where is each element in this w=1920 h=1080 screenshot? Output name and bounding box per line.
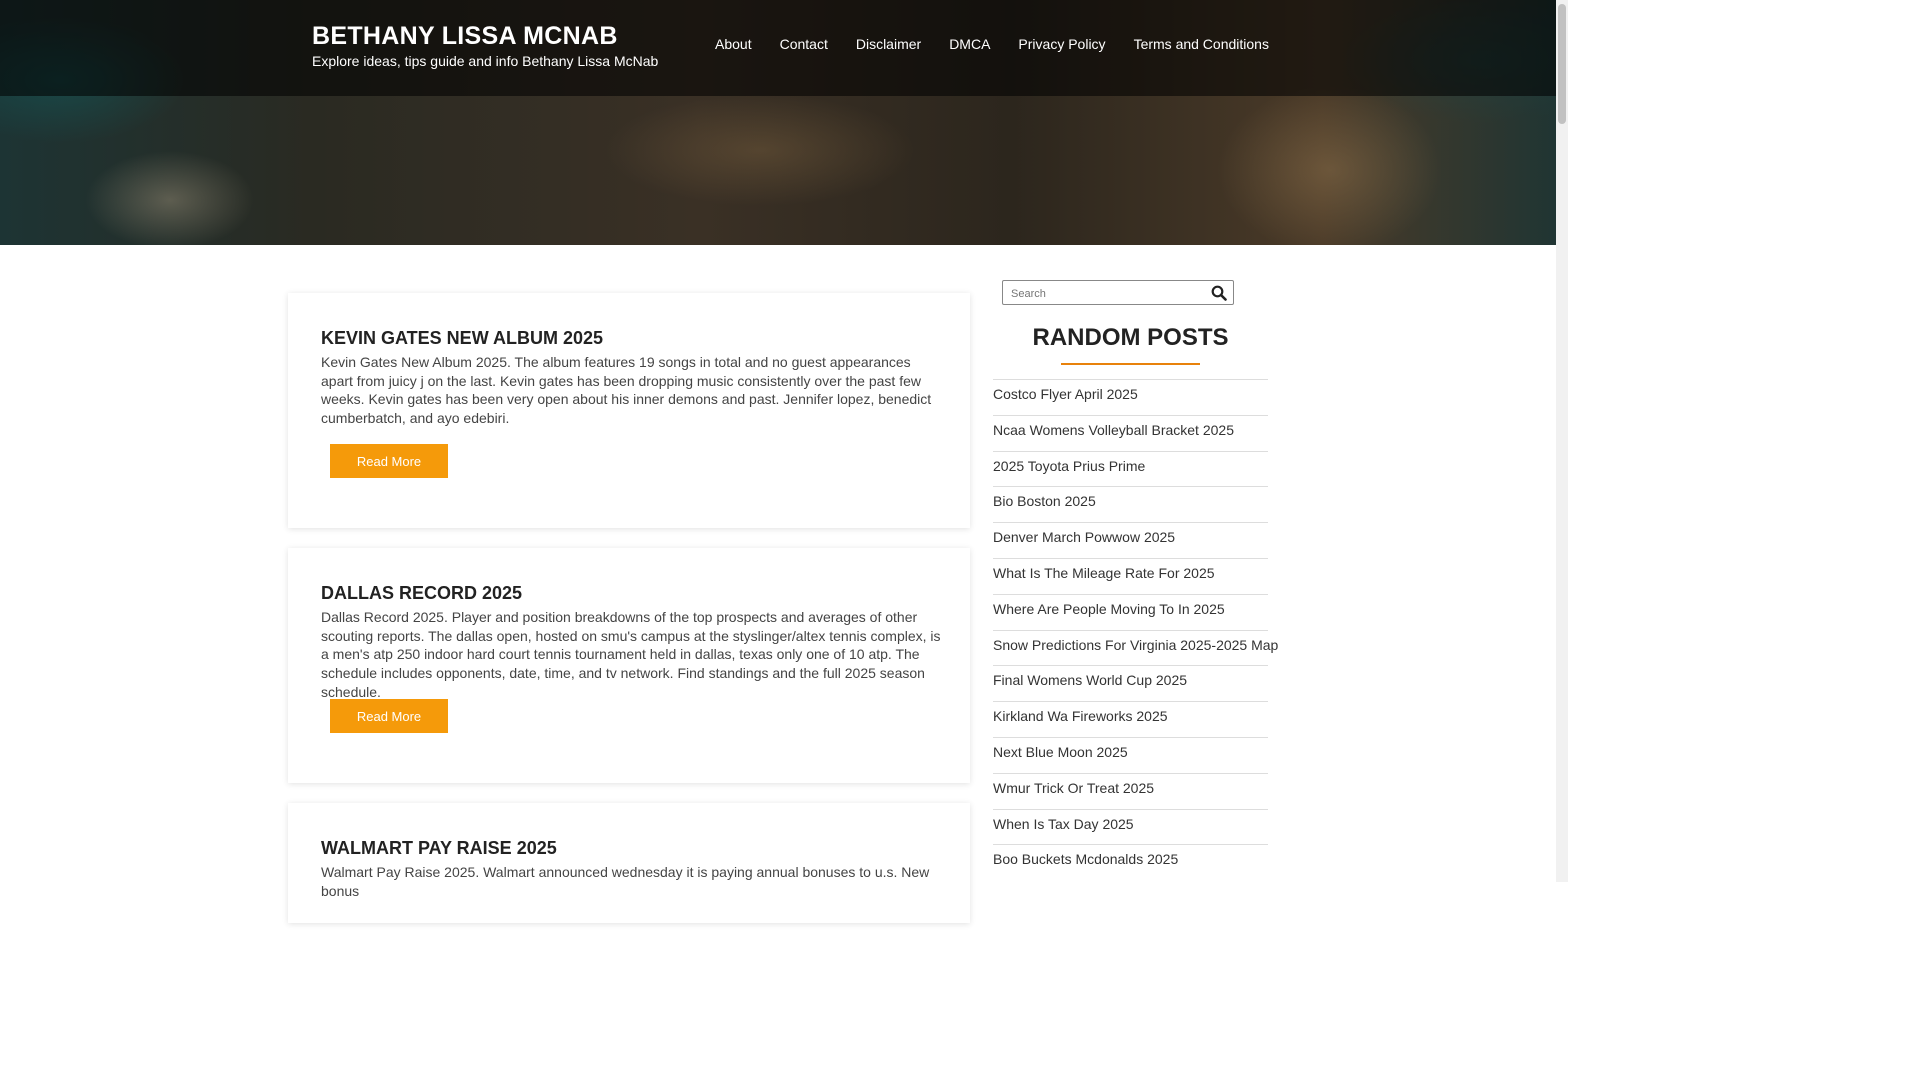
post-card: DALLAS RECORD 2025 Dallas Record 2025. P… — [288, 548, 970, 783]
list-item: 2025 Toyota Prius Prime — [993, 450, 1268, 487]
list-item: Wmur Trick Or Treat 2025 — [993, 772, 1268, 809]
list-item: Denver March Powwow 2025 — [993, 522, 1268, 558]
list-item: Ncaa Womens Volleyball Bracket 2025 — [993, 414, 1268, 451]
main-nav: About Contact Disclaimer DMCA Privacy Po… — [701, 36, 1283, 52]
post-title[interactable]: KEVIN GATES NEW ALBUM 2025 — [321, 328, 603, 349]
post-title[interactable]: WALMART PAY RAISE 2025 — [321, 838, 557, 859]
nav-item-dmca[interactable]: DMCA — [935, 36, 1004, 52]
nav-item-privacy-policy[interactable]: Privacy Policy — [1004, 36, 1119, 52]
random-post-link[interactable]: Snow Predictions For Virginia 2025-2025 … — [993, 631, 1278, 653]
random-post-link[interactable]: 2025 Toyota Prius Prime — [993, 452, 1268, 474]
random-post-link[interactable]: Final Womens World Cup 2025 — [993, 666, 1268, 688]
list-item: When Is Tax Day 2025 — [993, 808, 1268, 845]
random-post-link[interactable]: Denver March Powwow 2025 — [993, 523, 1268, 545]
post-excerpt: Kevin Gates New Album 2025. The album fe… — [321, 354, 932, 427]
nav-item-contact[interactable]: Contact — [766, 36, 842, 52]
list-item: Boo Buckets Mcdonalds 2025 — [993, 844, 1268, 880]
random-post-link[interactable]: Ncaa Womens Volleyball Bracket 2025 — [993, 416, 1268, 438]
random-post-link[interactable]: Kirkland Wa Fireworks 2025 — [993, 702, 1268, 724]
post-title[interactable]: DALLAS RECORD 2025 — [321, 583, 522, 604]
random-post-link[interactable]: When Is Tax Day 2025 — [993, 810, 1268, 832]
random-post-link[interactable]: Wmur Trick Or Treat 2025 — [993, 774, 1268, 796]
search-box — [1002, 280, 1234, 305]
scrollbar-thumb[interactable] — [1558, 4, 1566, 124]
list-item: Bio Boston 2025 — [993, 486, 1268, 522]
random-post-link[interactable]: Boo Buckets Mcdonalds 2025 — [993, 845, 1268, 867]
list-item: Kirkland Wa Fireworks 2025 — [993, 701, 1268, 737]
random-post-link[interactable]: Bio Boston 2025 — [993, 487, 1268, 509]
site-title[interactable]: BETHANY LISSA MCNAB — [312, 22, 618, 51]
random-post-link[interactable]: Next Blue Moon 2025 — [993, 738, 1268, 760]
random-post-link[interactable]: Costco Flyer April 2025 — [993, 380, 1268, 402]
heading-underline — [1061, 363, 1200, 365]
page-scrollbar[interactable] — [1556, 0, 1568, 882]
site-tagline: Explore ideas, tips guide and info Betha… — [312, 53, 659, 69]
nav-item-about[interactable]: About — [701, 36, 766, 52]
list-item: Costco Flyer April 2025 — [993, 379, 1268, 415]
post-excerpt: Walmart Pay Raise 2025. Walmart announce… — [321, 864, 930, 899]
random-posts-heading: RANDOM POSTS — [1032, 324, 1229, 351]
read-more-button[interactable]: Read More — [330, 699, 448, 733]
list-item: Final Womens World Cup 2025 — [993, 665, 1268, 701]
post-excerpt: Dallas Record 2025. Player and position … — [321, 609, 941, 700]
post-card: WALMART PAY RAISE 2025 Walmart Pay Raise… — [288, 803, 970, 923]
read-more-button[interactable]: Read More — [330, 444, 448, 478]
list-item: Next Blue Moon 2025 — [993, 736, 1268, 773]
nav-item-terms-and-conditions[interactable]: Terms and Conditions — [1120, 36, 1283, 52]
random-post-link[interactable]: Where Are People Moving To In 2025 — [993, 595, 1268, 617]
post-card: KEVIN GATES NEW ALBUM 2025 Kevin Gates N… — [288, 293, 970, 528]
list-item: Snow Predictions For Virginia 2025-2025 … — [993, 629, 1278, 666]
nav-item-disclaimer[interactable]: Disclaimer — [842, 36, 935, 52]
search-icon[interactable] — [1211, 285, 1227, 301]
random-post-link[interactable]: What Is The Mileage Rate For 2025 — [993, 559, 1268, 581]
random-posts-list: Costco Flyer April 2025 Ncaa Womens Voll… — [993, 379, 1278, 880]
list-item: What Is The Mileage Rate For 2025 — [993, 557, 1268, 594]
search-input[interactable] — [1009, 282, 1208, 305]
list-item: Where Are People Moving To In 2025 — [993, 593, 1268, 630]
